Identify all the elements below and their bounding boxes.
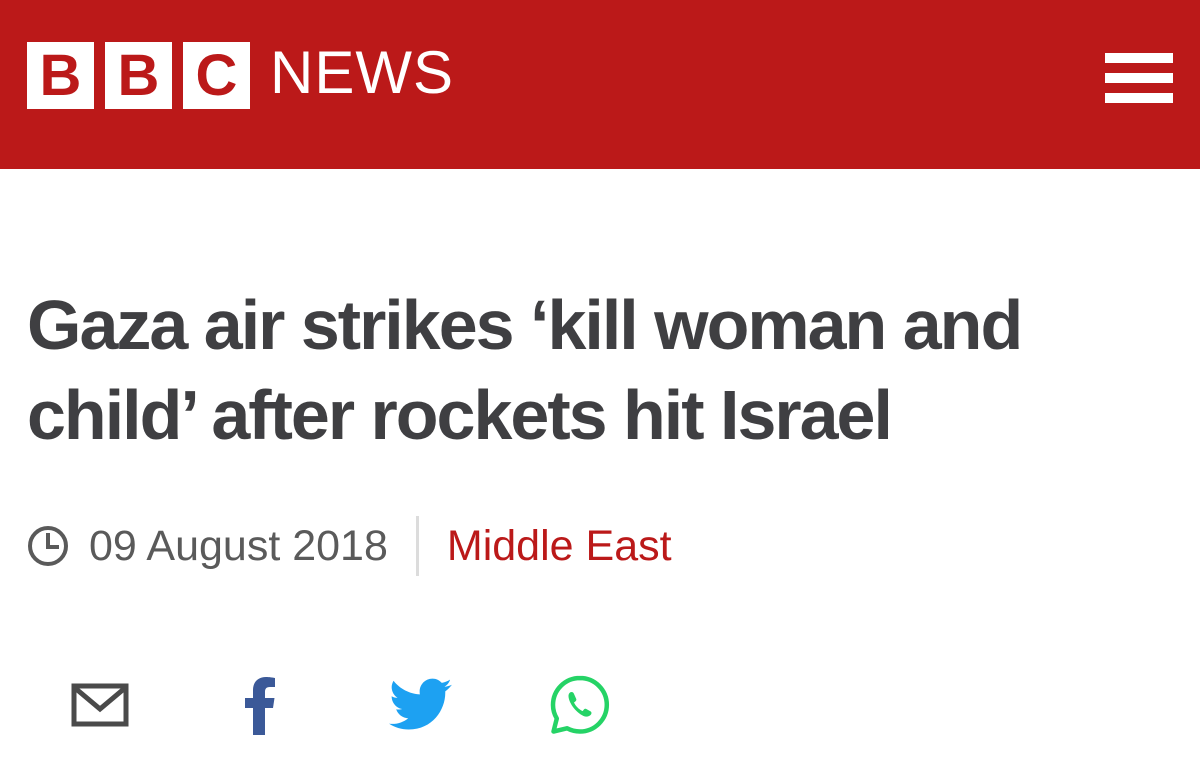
share-twitter-button[interactable] <box>386 670 456 740</box>
twitter-icon <box>389 678 452 730</box>
share-email-button[interactable] <box>70 670 130 740</box>
email-icon <box>71 683 129 727</box>
meta-divider <box>415 516 419 576</box>
article-date: 09 August 2018 <box>89 522 388 570</box>
logo-letter-c: C <box>183 42 250 109</box>
logo-letter-b1: B <box>27 42 94 109</box>
masthead: B B C NEWS <box>0 0 1200 169</box>
logo-letter-b2: B <box>105 42 172 109</box>
facebook-icon <box>245 677 275 735</box>
headline-line-2: child’ after rockets hit Israel <box>27 376 893 454</box>
article-meta: 09 August 2018 Middle East <box>27 516 672 576</box>
section-link-middle-east[interactable]: Middle East <box>447 516 672 576</box>
article-headline: Gaza air strikes ‘kill woman and child’ … <box>27 280 1127 460</box>
hamburger-menu-icon[interactable] <box>1105 53 1173 103</box>
bbc-news-logo[interactable]: B B C NEWS <box>27 39 454 109</box>
headline-line-1: Gaza air strikes ‘kill woman and <box>27 286 1023 364</box>
share-whatsapp-button[interactable] <box>545 670 615 740</box>
whatsapp-icon <box>550 675 610 734</box>
logo-word-news: NEWS <box>270 39 454 106</box>
clock-icon <box>28 526 68 566</box>
share-facebook-button[interactable] <box>238 670 282 740</box>
